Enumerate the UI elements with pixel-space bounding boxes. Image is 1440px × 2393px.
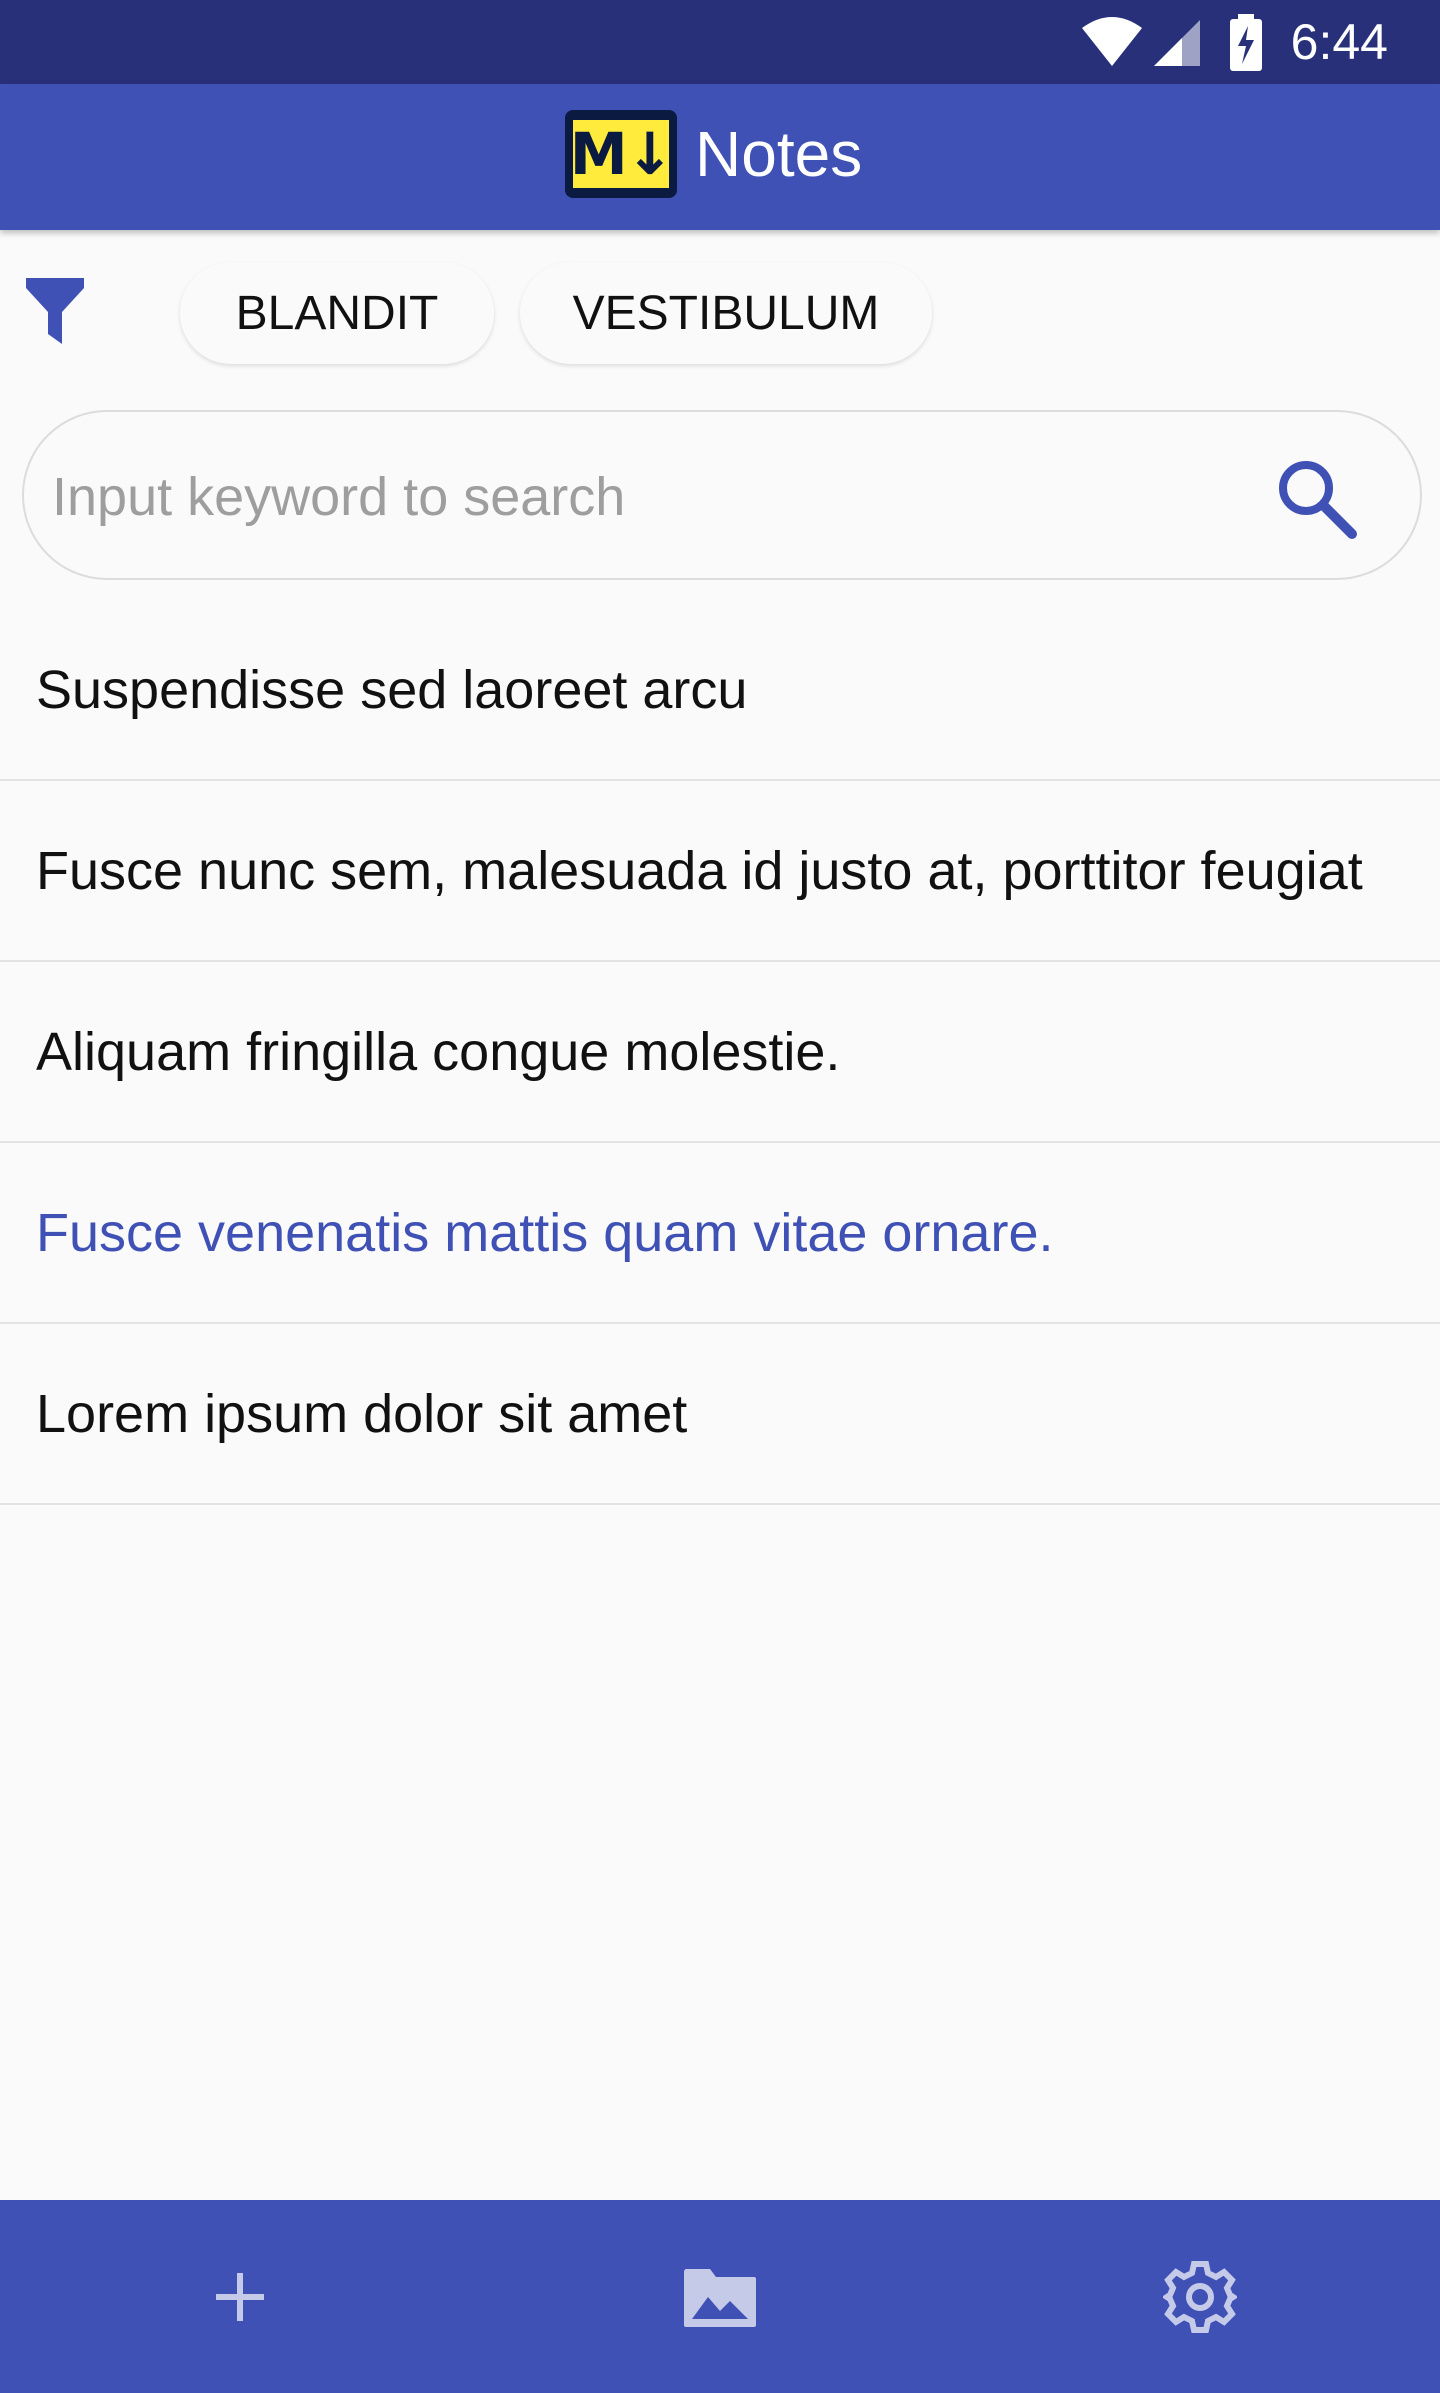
bottom-action-bar	[0, 2200, 1440, 2393]
markdown-logo: M↓	[565, 110, 677, 198]
status-bar: 6:44	[0, 0, 1440, 84]
note-title: Aliquam fringilla congue molestie.	[36, 1021, 841, 1082]
image-folder-button[interactable]	[480, 2200, 960, 2393]
note-item[interactable]: Fusce nunc sem, malesuada id justo at, p…	[0, 781, 1440, 962]
app-bar: M↓ Notes	[0, 84, 1440, 230]
add-icon	[216, 2272, 264, 2321]
status-time: 6:44	[1290, 14, 1388, 70]
note-title: Suspendisse sed laoreet arcu	[36, 659, 748, 720]
settings-button[interactable]	[960, 2200, 1440, 2393]
note-item[interactable]: Suspendisse sed laoreet arcu	[0, 600, 1440, 781]
note-list: Suspendisse sed laoreet arcu Fusce nunc …	[0, 600, 1440, 1505]
battery-charging-icon	[1230, 14, 1262, 71]
tag-chip-blandit[interactable]: BLANDIT	[180, 262, 494, 364]
filter-icon[interactable]	[24, 276, 86, 346]
search-bar	[22, 410, 1422, 580]
tag-chip-vestibulum[interactable]: VESTIBULUM	[520, 262, 932, 364]
cellular-signal-icon	[1154, 20, 1200, 66]
wifi-icon	[1082, 17, 1142, 66]
note-item[interactable]: Lorem ipsum dolor sit amet	[0, 1324, 1440, 1505]
note-title: Lorem ipsum dolor sit amet	[36, 1383, 688, 1444]
note-item[interactable]: Aliquam fringilla congue molestie.	[0, 962, 1440, 1143]
search-icon[interactable]	[1274, 456, 1358, 540]
note-title: Fusce venenatis mattis quam vitae ornare…	[36, 1202, 1054, 1263]
search-input[interactable]	[52, 442, 1232, 552]
note-item-selected[interactable]: Fusce venenatis mattis quam vitae ornare…	[0, 1143, 1440, 1324]
note-title: Fusce nunc sem, malesuada id justo at, p…	[36, 840, 1363, 901]
app-title-group: M↓ Notes	[565, 108, 862, 200]
add-note-button[interactable]	[0, 2200, 480, 2393]
app-title: Notes	[695, 118, 863, 190]
markdown-logo-mark: M↓	[569, 120, 674, 188]
settings-icon	[1163, 2260, 1237, 2333]
tag-filter-bar: BLANDIT VESTIBULUM	[0, 230, 1440, 400]
image-folder-icon	[684, 2268, 756, 2327]
